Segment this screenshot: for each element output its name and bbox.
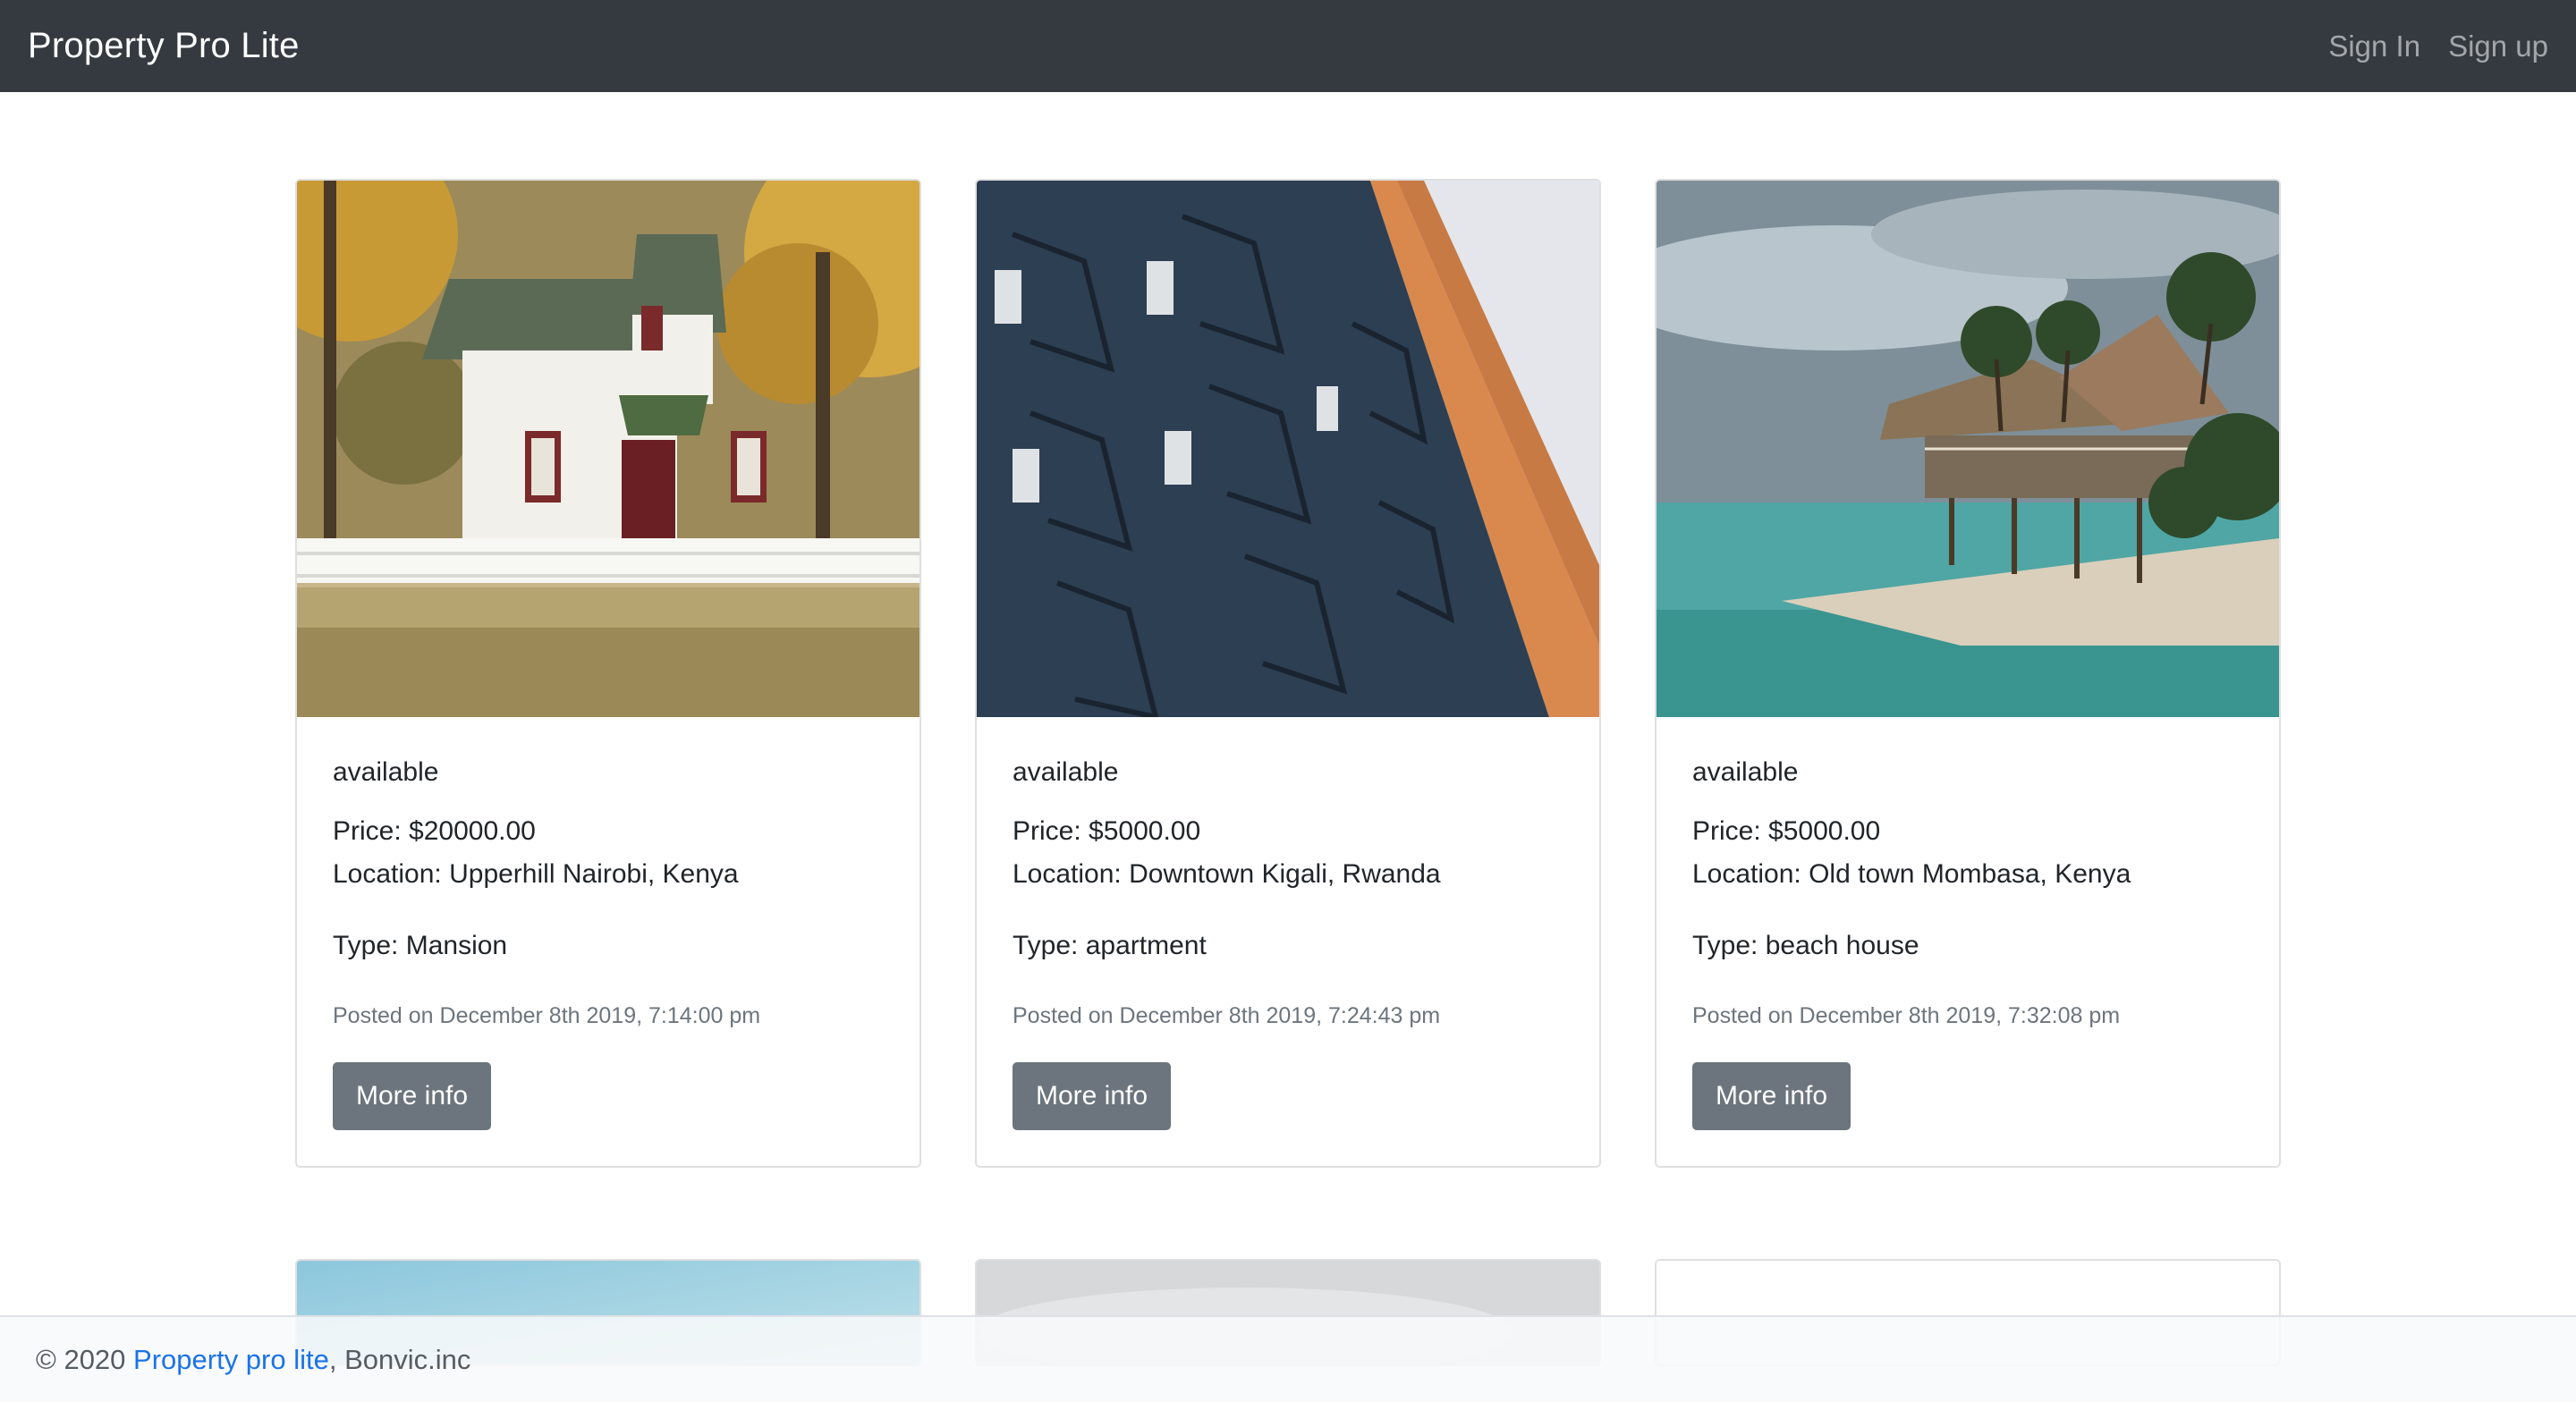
more-info-button[interactable]: More info [1013, 1062, 1172, 1130]
more-info-button[interactable]: More info [1692, 1062, 1852, 1130]
property-card: available Price: $5000.00 Location: Down… [975, 179, 1601, 1168]
property-location: Location: Upperhill Nairobi, Kenya [333, 859, 739, 889]
footer: © 2020 Property pro lite , Bonvic.inc [0, 1315, 2576, 1402]
property-status: available [1692, 757, 1799, 787]
property-type: Type: apartment [1013, 931, 1207, 960]
sign-in-link[interactable]: Sign In [2328, 30, 2420, 63]
card-body: available Price: $5000.00 Location: Old … [1657, 717, 2279, 1166]
card-body: available Price: $5000.00 Location: Down… [977, 717, 1599, 1166]
property-price: Price: $5000.00 [1013, 816, 1201, 846]
card-body: available Price: $20000.00 Location: Upp… [297, 717, 919, 1166]
more-info-button[interactable]: More info [333, 1062, 492, 1130]
property-status: available [333, 757, 439, 787]
posted-date: Posted on December 8th 2019, 7:32:08 pm [1692, 1003, 2121, 1028]
property-type: Type: Mansion [333, 931, 508, 960]
property-image-apartment [977, 181, 1599, 717]
nav-links: Sign In Sign up [2328, 30, 2548, 63]
brand-logo-text[interactable]: Property Pro Lite [28, 26, 300, 66]
property-price: Price: $5000.00 [1692, 816, 1881, 846]
footer-company: , Bonvic.inc [328, 1343, 471, 1375]
sign-up-link[interactable]: Sign up [2448, 30, 2548, 63]
property-card: available Price: $20000.00 Location: Upp… [295, 179, 921, 1168]
posted-date: Posted on December 8th 2019, 7:14:00 pm [333, 1003, 761, 1028]
property-image-house [297, 181, 919, 717]
property-location: Location: Downtown Kigali, Rwanda [1013, 859, 1441, 889]
property-status: available [1013, 757, 1119, 787]
property-image-beach-house [1657, 181, 2279, 717]
property-card: available Price: $5000.00 Location: Old … [1655, 179, 2281, 1168]
posted-date: Posted on December 8th 2019, 7:24:43 pm [1013, 1003, 1441, 1028]
property-price: Price: $20000.00 [333, 816, 536, 846]
footer-copyright: © 2020 [36, 1343, 134, 1375]
footer-link[interactable]: Property pro lite [133, 1344, 329, 1376]
top-navbar: Property Pro Lite Sign In Sign up [0, 0, 2576, 92]
property-location: Location: Old town Mombasa, Kenya [1692, 859, 2131, 889]
property-type: Type: beach house [1692, 931, 1919, 960]
